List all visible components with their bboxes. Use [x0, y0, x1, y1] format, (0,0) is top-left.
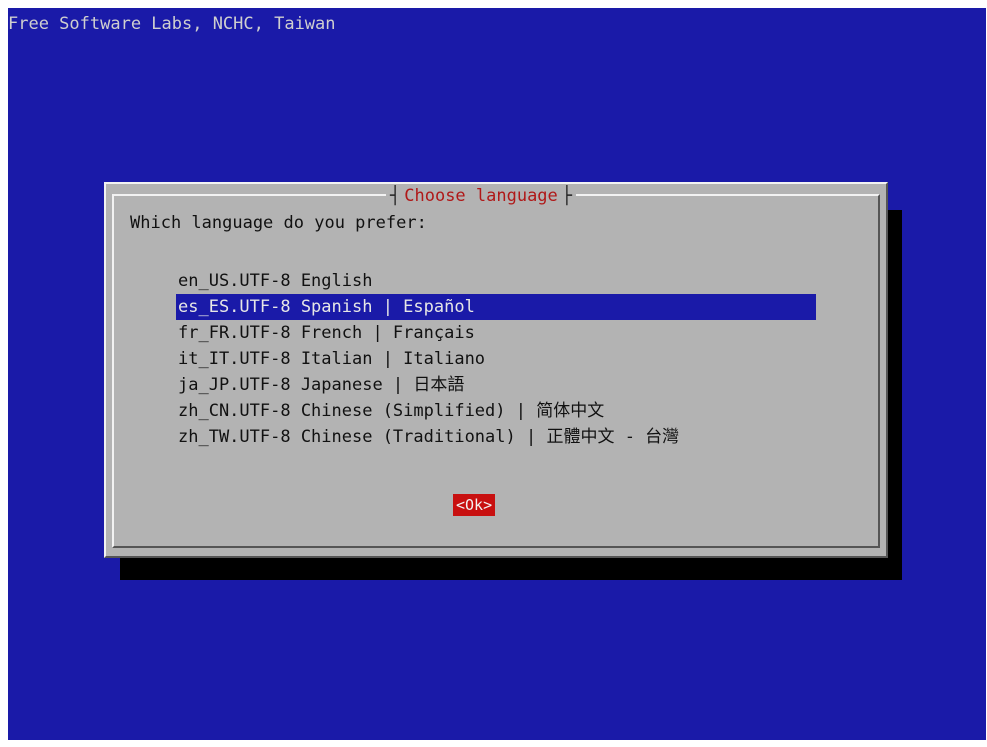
dialog-prompt: Which language do you prefer: [130, 213, 427, 233]
language-option-it-it[interactable]: it_IT.UTF-8 Italian | Italiano [176, 346, 816, 372]
language-option-es-es[interactable]: es_ES.UTF-8 Spanish | Español [176, 294, 816, 320]
dialog-title-bar: ┤ Choose language ├ [386, 184, 577, 208]
language-option-fr-fr[interactable]: fr_FR.UTF-8 French | Français [176, 320, 816, 346]
ok-button[interactable]: <Ok> [453, 494, 496, 516]
language-menu: en_US.UTF-8 English es_ES.UTF-8 Spanish … [176, 268, 816, 450]
language-option-zh-cn[interactable]: zh_CN.UTF-8 Chinese (Simplified) | 简体中文 [176, 398, 816, 424]
language-option-en-us[interactable]: en_US.UTF-8 English [176, 268, 816, 294]
language-option-ja-jp[interactable]: ja_JP.UTF-8 Japanese | 日本語 [176, 372, 816, 398]
title-right-tee: ├ [561, 186, 573, 206]
language-dialog: ┤ Choose language ├ Which language do yo… [104, 182, 888, 558]
backtitle: Free Software Labs, NCHC, Taiwan [8, 14, 336, 34]
language-option-zh-tw[interactable]: zh_TW.UTF-8 Chinese (Traditional) | 正體中文… [176, 424, 816, 450]
terminal-screen: Free Software Labs, NCHC, Taiwan ┤ Choos… [8, 8, 986, 740]
dialog-title: Choose language [404, 186, 558, 206]
title-left-tee: ┤ [390, 186, 401, 206]
